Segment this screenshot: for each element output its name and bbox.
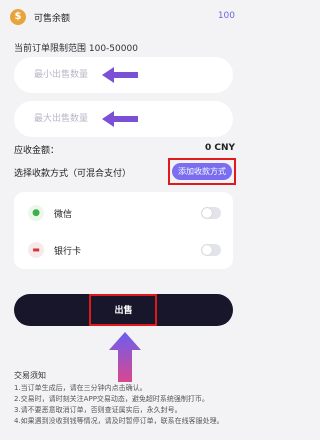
payment-method-name: 银行卡	[54, 247, 82, 257]
sell-button-highlight	[89, 294, 157, 326]
add-payment-highlight: 添加收款方式	[168, 158, 236, 185]
payment-method-name: 微信	[54, 210, 73, 220]
note-item: 2.交易时，请时刻关注APP交易动态，避免超时系统强制打币。	[14, 395, 209, 403]
balance-row: $ 可售余额 100	[0, 0, 247, 34]
bank-card-toggle[interactable]	[201, 244, 221, 256]
order-limit-text: 当前订单限制范围 100-50000	[14, 44, 138, 54]
bank-card-icon: ▬	[28, 242, 44, 258]
note-item: 4.如果遇到没收到钱等情况，请及时暂停订单，联系在线客服处理。	[14, 417, 224, 425]
wechat-toggle[interactable]	[201, 207, 221, 219]
arrow-left-icon	[102, 67, 138, 83]
coin-icon: $	[10, 9, 26, 25]
received-amount-value: 0 CNY	[204, 143, 235, 153]
payment-method-label: 选择收款方式（可混合支付）	[14, 169, 132, 179]
add-payment-method-button[interactable]: 添加收款方式	[172, 163, 232, 180]
balance-value: 100	[217, 11, 235, 21]
payment-method-bank-card[interactable]: ▬ 银行卡	[14, 232, 233, 268]
wechat-icon: ●	[28, 205, 44, 221]
received-amount-label: 应收金额：	[14, 146, 60, 156]
note-item: 3.请不要恶意取消订单，否则查证属实后，永久封号。	[14, 406, 182, 414]
balance-label: 可售余额	[34, 14, 71, 24]
note-item: 1.当订单生成后，请在三分钟内点击确认。	[14, 384, 147, 392]
payment-method-wechat[interactable]: ● 微信	[14, 195, 233, 231]
arrow-up-icon	[109, 332, 141, 382]
arrow-left-icon	[102, 111, 138, 127]
